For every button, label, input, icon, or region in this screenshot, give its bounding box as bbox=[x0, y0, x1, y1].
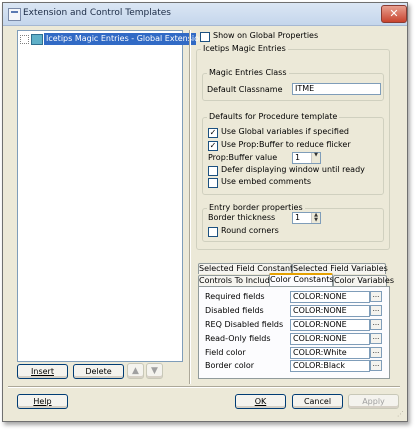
disabled-fields-label: Disabled fields bbox=[205, 306, 264, 315]
prop-buffer-value-label: Prop:Buffer value bbox=[208, 153, 278, 162]
field-color-input[interactable]: COLOR:White bbox=[290, 347, 370, 359]
read-only-fields-browse-button[interactable]: ... bbox=[370, 333, 382, 344]
entries-class-title: Magic Entries Class bbox=[207, 68, 289, 77]
round-corners-label: Round corners bbox=[221, 226, 279, 235]
prop-buffer-value-spinner[interactable]: 1 ▼ bbox=[292, 152, 321, 164]
entry-border-title: Entry border properties bbox=[207, 203, 305, 212]
req-disabled-fields-input[interactable]: COLOR:NONE bbox=[290, 319, 370, 331]
border-thickness-value: 1 bbox=[295, 213, 301, 222]
delete-button[interactable]: Delete bbox=[73, 364, 124, 379]
req-disabled-fields-browse-button[interactable]: ... bbox=[370, 319, 382, 330]
close-button[interactable]: ✕ bbox=[381, 5, 407, 23]
move-up-button[interactable]: ▲ bbox=[127, 363, 144, 379]
req-disabled-fields-label: REQ Disabled fields bbox=[205, 320, 284, 329]
field-color-browse-button[interactable]: ... bbox=[370, 347, 382, 358]
disabled-fields-browse-button[interactable]: ... bbox=[370, 305, 382, 316]
resize-grip-icon[interactable]: ⋰ bbox=[397, 411, 404, 418]
template-tree[interactable]: Icetips Magic Entries - Global Extension bbox=[17, 30, 204, 362]
border-thickness-label: Border thickness bbox=[208, 213, 276, 222]
show-global-label: Show on Global Properties bbox=[213, 31, 319, 40]
insert-button[interactable]: Insert bbox=[17, 364, 68, 379]
procedure-defaults-title: Defaults for Procedure template bbox=[207, 112, 340, 121]
spin-arrows-icon[interactable]: ▲ ▼ bbox=[311, 213, 320, 223]
embed-comments-label: Use embed comments bbox=[221, 177, 311, 186]
tree-item[interactable]: Icetips Magic Entries - Global Extension bbox=[20, 33, 204, 45]
required-fields-input[interactable]: COLOR:NONE bbox=[290, 291, 370, 303]
read-only-fields-input[interactable]: COLOR:NONE bbox=[290, 333, 370, 345]
move-down-button[interactable]: ▼ bbox=[146, 363, 163, 379]
cancel-button-label: Cancel bbox=[303, 397, 332, 406]
check-icon: ✓ bbox=[209, 128, 217, 137]
title-bar[interactable]: Extension and Control Templates ✕ bbox=[3, 3, 407, 26]
check-icon: ✓ bbox=[209, 141, 217, 150]
dropdown-arrow-icon[interactable]: ▼ bbox=[311, 153, 320, 163]
use-global-checkbox[interactable]: ✓ bbox=[208, 128, 218, 138]
border-thickness-spinner[interactable]: 1 ▲ ▼ bbox=[292, 212, 321, 224]
cancel-button[interactable]: Cancel bbox=[292, 394, 343, 409]
horizontal-divider bbox=[8, 386, 400, 388]
field-color-label: Field color bbox=[205, 348, 246, 357]
required-fields-label: Required fields bbox=[205, 292, 265, 301]
icetips-group-title: Icetips Magic Entries bbox=[201, 44, 288, 53]
tree-expander-icon[interactable] bbox=[20, 35, 29, 44]
default-classname-label: Default Classname bbox=[207, 85, 283, 94]
up-arrow-icon: ▲ bbox=[132, 366, 139, 376]
insert-button-label: Insert bbox=[31, 367, 54, 376]
ok-button[interactable]: OK bbox=[235, 394, 286, 409]
border-color-browse-button[interactable]: ... bbox=[370, 360, 382, 371]
tab-color-constants[interactable]: Color Constants bbox=[269, 273, 334, 286]
apply-button[interactable]: Apply bbox=[348, 394, 399, 409]
disabled-fields-input[interactable]: COLOR:NONE bbox=[290, 305, 370, 317]
defer-display-label: Defer displaying window until ready bbox=[221, 165, 365, 174]
border-color-label: Border color bbox=[205, 361, 255, 370]
window-icon bbox=[8, 8, 21, 21]
dialog-window: Extension and Control Templates ✕ Icetip… bbox=[2, 2, 408, 422]
border-color-input[interactable]: COLOR:Black bbox=[290, 360, 370, 372]
default-classname-input[interactable]: ITME bbox=[292, 83, 381, 95]
delete-button-label: Delete bbox=[85, 367, 112, 376]
use-global-label: Use Global variables if specified bbox=[221, 127, 349, 136]
apply-button-label: Apply bbox=[362, 397, 385, 406]
ok-button-label: OK bbox=[254, 397, 267, 406]
embed-comments-checkbox[interactable] bbox=[208, 178, 218, 188]
extension-icon bbox=[31, 34, 43, 45]
tab-controls-to-include[interactable]: Controls To Include bbox=[198, 275, 275, 286]
prop-buffer-value: 1 bbox=[295, 153, 301, 162]
defer-display-checkbox[interactable] bbox=[208, 166, 218, 176]
tab-color-variables[interactable]: Color Variables bbox=[333, 275, 394, 286]
tree-item-label[interactable]: Icetips Magic Entries - Global Extension bbox=[44, 33, 204, 45]
help-button[interactable]: Help bbox=[17, 394, 68, 409]
vertical-divider bbox=[189, 30, 191, 384]
help-button-label: Help bbox=[33, 397, 52, 406]
read-only-fields-label: Read-Only fields bbox=[205, 334, 271, 343]
required-fields-browse-button[interactable]: ... bbox=[370, 291, 382, 302]
round-corners-checkbox[interactable] bbox=[208, 227, 218, 237]
window-title: Extension and Control Templates bbox=[23, 8, 171, 18]
down-arrow-icon: ▼ bbox=[151, 366, 158, 376]
use-prop-buffer-label: Use Prop:Buffer to reduce flicker bbox=[221, 140, 351, 149]
show-global-checkbox[interactable] bbox=[200, 32, 210, 42]
use-prop-buffer-checkbox[interactable]: ✓ bbox=[208, 141, 218, 151]
